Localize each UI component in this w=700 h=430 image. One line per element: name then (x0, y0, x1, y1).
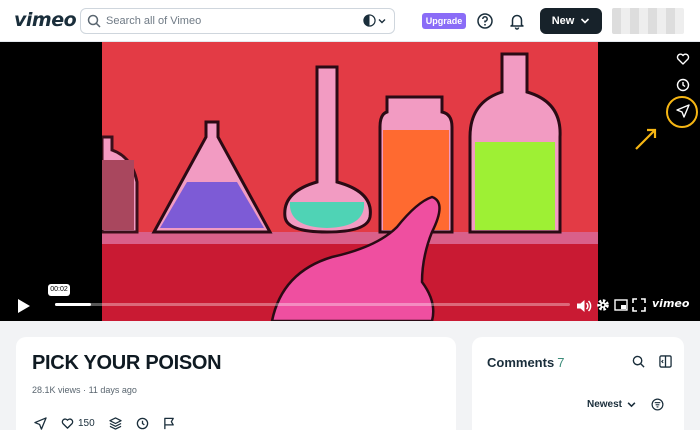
vimeo-logo[interactable]: vimeo (14, 9, 77, 31)
share-action[interactable] (34, 417, 47, 430)
help-button[interactable] (476, 12, 494, 30)
player-controls (0, 292, 700, 321)
search-icon (87, 14, 101, 33)
account-avatar[interactable] (612, 8, 684, 34)
panel-icon[interactable] (659, 355, 672, 368)
like-video-button[interactable] (674, 50, 692, 68)
current-time-tooltip: 00:02 (48, 284, 70, 296)
search-input[interactable]: Search all of Vimeo (106, 15, 201, 27)
bell-icon (510, 14, 524, 30)
comments-tools (632, 355, 672, 368)
meta-separator: · (83, 385, 87, 395)
comments-card: Comments 7 Newest (472, 337, 684, 430)
volume-icon[interactable] (576, 298, 592, 314)
clock-icon (676, 78, 690, 92)
player-vimeo-logo[interactable]: vimeo (652, 297, 689, 310)
like-action[interactable]: 150 (61, 417, 95, 430)
play-icon[interactable] (17, 298, 31, 314)
video-title: PICK YOUR POISON (32, 352, 222, 374)
fullscreen-icon[interactable] (632, 298, 646, 312)
video-frame (102, 42, 598, 321)
notifications-button[interactable] (508, 12, 526, 30)
sort-label: Newest (587, 399, 623, 410)
watch-later-button[interactable] (674, 76, 692, 94)
watch-later-action[interactable] (136, 417, 149, 430)
share-highlight-ring (666, 96, 698, 128)
view-count: 28.1K views (32, 385, 81, 395)
video-info-card: PICK YOUR POISON 28.1K views · 11 days a… (16, 337, 456, 430)
video-meta: 28.1K views · 11 days ago (32, 385, 137, 395)
pip-icon[interactable] (614, 299, 628, 311)
upgrade-button[interactable]: Upgrade (422, 13, 466, 29)
top-navigation-bar: vimeo Search all of Vimeo Upgrade New (0, 0, 700, 42)
clock-icon (136, 417, 148, 430)
report-action[interactable] (163, 417, 176, 430)
collections-icon (109, 417, 122, 430)
search-icon[interactable] (632, 355, 645, 368)
comments-heading: Comments 7 (487, 355, 564, 370)
sort-icon[interactable] (651, 398, 664, 411)
like-count: 150 (78, 418, 95, 429)
search-scope-dropdown[interactable] (363, 14, 386, 27)
flag-icon (163, 417, 174, 430)
video-actions: 150 (34, 417, 176, 430)
annotation-arrow (635, 128, 657, 150)
chevron-down-icon (378, 18, 386, 23)
progress-bar[interactable] (55, 303, 570, 306)
progress-fill (55, 303, 92, 306)
globe-icon (363, 14, 376, 27)
share-icon (34, 417, 47, 430)
chevron-down-icon (581, 18, 590, 24)
new-button[interactable]: New (540, 8, 602, 34)
video-player[interactable] (0, 42, 700, 321)
settings-icon[interactable] (596, 298, 610, 312)
chevron-down-icon (627, 402, 636, 408)
search-bar[interactable]: Search all of Vimeo (80, 8, 395, 34)
heart-icon (61, 418, 74, 429)
post-date: 11 days ago (88, 385, 137, 395)
help-icon (477, 13, 493, 29)
heart-icon (676, 53, 690, 65)
sort-dropdown[interactable]: Newest (587, 399, 636, 410)
comments-label: Comments (487, 355, 555, 370)
collections-action[interactable] (109, 417, 122, 430)
new-button-label: New (551, 15, 575, 27)
comments-count: 7 (557, 355, 565, 370)
